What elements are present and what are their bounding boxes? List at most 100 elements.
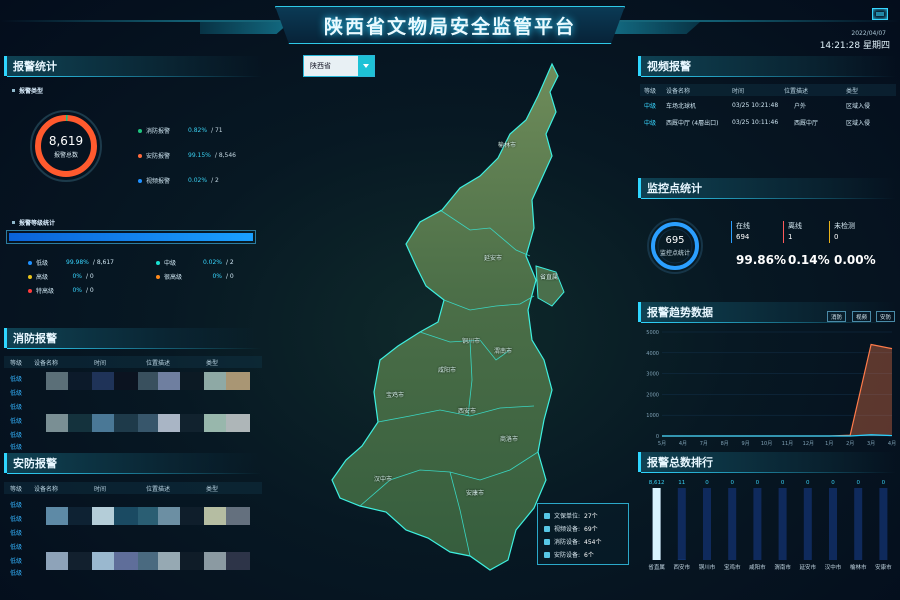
security-dot-icon (138, 153, 142, 158)
fire-row-level[interactable]: 低级 (10, 440, 22, 452)
city-label: 渭南市 (494, 348, 513, 355)
monitor-total-ring: 695 监控点统计 (645, 216, 705, 276)
header-decoration-right (610, 22, 700, 34)
summary-row: 视频设备: 69个 (544, 522, 622, 535)
title-banner: 陕西省文物局安全监管平台 (275, 6, 625, 44)
stat-unchecked: 未检测 0 0.00% (829, 221, 876, 267)
bar-track (854, 488, 863, 560)
low-dot-icon (28, 260, 32, 265)
bar-data-label: 0 (831, 480, 835, 486)
city-label: 宝鸡市 (386, 392, 405, 399)
bar-data-label: 0 (705, 480, 709, 486)
city-label: 榆林市 (498, 142, 517, 149)
fire-table-header: 等级 设备名称 时间 位置描述 类型 (4, 356, 262, 368)
monitor-total-value: 695 (665, 235, 685, 246)
summary-box: 文保单位: 27个 视频设备: 69个 消防设备: 454个 安防设备: 6个 (537, 503, 629, 565)
lock-icon (544, 551, 550, 558)
security-row-redacted (46, 552, 250, 570)
square-icon (12, 221, 15, 224)
video-alarm-title: 视频报警 (638, 56, 896, 77)
trend-filter-security-button[interactable]: 安防 (876, 311, 896, 322)
fullscreen-icon[interactable] (872, 8, 888, 20)
header-date: 2022/04/07 (851, 30, 886, 37)
security-table-header: 等级 设备名称 时间 位置描述 类型 (4, 482, 262, 494)
security-row-level[interactable]: 低级 (10, 512, 22, 524)
video-alarm-row[interactable]: 中级 车场北球机 03/25 10:21:48 户外 区域入侵 (640, 98, 896, 112)
legend-fire: 消防报警 0.82% / 71 (138, 126, 223, 135)
alarm-level-bar (6, 230, 256, 244)
alarm-type-subtitle: 报警类型 (12, 86, 43, 95)
bar-track (803, 488, 812, 560)
city-label: 汉中市 (374, 476, 393, 483)
bar-track (829, 488, 837, 560)
alarm-stats-title: 报警统计 (4, 56, 262, 77)
medium-dot-icon (156, 260, 160, 265)
page-title: 陕西省文物局安全监管平台 (323, 15, 576, 38)
level-low: 低级 99.98% / 8,617 (28, 258, 114, 267)
video-alarm-row[interactable]: 中级 西厩中厅 (4層出口) 03/25 10:11:46 西厩中厅 区域入侵 (640, 115, 896, 129)
alarm-total-value: 8,619 (48, 133, 84, 148)
level-special: 特高级 0% / 0 (28, 286, 94, 295)
summary-row: 安防设备: 6个 (544, 548, 622, 561)
shaanxi-map[interactable]: 榆林市 延安市 铜川市 渭南市 咸阳市 宝鸡市 西安市 商洛市 汉中市 安康市 … (320, 60, 570, 580)
security-row-level[interactable]: 低级 (10, 540, 22, 552)
bar-track (778, 488, 787, 560)
security-alarm-title: 安防报警 (4, 453, 262, 474)
bar-data-label: 0 (730, 480, 734, 486)
camera-icon (544, 525, 550, 532)
y-tick-label: 5000 (646, 330, 659, 336)
y-tick-label: 1000 (646, 413, 659, 419)
bar-data-label: 0 (856, 480, 860, 486)
city-label: 西安市 (458, 408, 477, 415)
bar-data-label: 0 (781, 480, 785, 486)
stat-offline: 离线 1 0.14% (783, 221, 830, 267)
x-tick-label: 8月 (721, 441, 729, 447)
video-table-header: 等级 设备名称 时间 位置描述 类型 (640, 84, 896, 96)
x-tick-label: 4月 (888, 441, 896, 447)
legend-security: 安防报警 99.15% / 8,546 (138, 151, 236, 160)
ranking-title: 报警总数排行 (638, 452, 896, 473)
bar-category-label: 铜川市 (699, 563, 716, 571)
security-row-level[interactable]: 低级 (10, 526, 22, 538)
fire-row-level[interactable]: 低级 (10, 414, 22, 426)
y-tick-label: 2000 (646, 392, 659, 398)
x-tick-label: 12月 (803, 441, 814, 447)
y-tick-label: 4000 (646, 351, 659, 357)
bar-data-label: 8,612 (649, 480, 665, 486)
security-row-level[interactable]: 低级 (10, 566, 22, 578)
fire-row-level[interactable]: 低级 (10, 372, 22, 384)
trend-filter-video-button[interactable]: 视频 (852, 311, 872, 322)
alarm-total-label: 报警总数 (53, 151, 78, 159)
fire-row-redacted (46, 414, 250, 432)
video-dot-icon (138, 178, 142, 183)
bar-track (753, 488, 762, 560)
security-row-level[interactable]: 低级 (10, 498, 22, 510)
bar-category-label: 延安市 (800, 563, 817, 571)
x-tick-label: 10月 (761, 441, 772, 447)
x-tick-label: 1月 (825, 441, 833, 447)
bar-value (652, 488, 661, 560)
bar-track (728, 488, 737, 560)
very-high-dot-icon (156, 274, 160, 279)
fire-row-level[interactable]: 低级 (10, 400, 22, 412)
alarm-level-label: 报警等级统计 (19, 220, 56, 227)
city-label: 咸阳市 (438, 367, 457, 374)
fire-row-level[interactable]: 低级 (10, 386, 22, 398)
fire-alarm-title: 消防报警 (4, 328, 262, 349)
city-label: 延安市 (484, 255, 503, 262)
bar-data-label: 0 (806, 480, 810, 486)
bar-track (677, 488, 686, 560)
bar-category-label: 安康市 (875, 563, 892, 571)
city-label: 省直属 (540, 274, 559, 281)
high-dot-icon (28, 274, 32, 279)
x-tick-label: 2月 (846, 441, 854, 447)
trend-line-chart: 5000 4000 3000 2000 1000 05月 4月 7月 8月 9月 10月 11月 12月… (646, 330, 896, 447)
monitor-total-label: 监控点统计 (659, 250, 690, 257)
summary-row: 文保单位: 27个 (544, 509, 622, 522)
fire-row-redacted (46, 372, 250, 390)
security-row-level[interactable]: 低级 (10, 554, 22, 566)
fire-row-level[interactable]: 低级 (10, 428, 22, 440)
level-high: 高级 0% / 0 (28, 272, 94, 281)
bar-category-label: 咸阳市 (749, 563, 766, 571)
trend-filter-fire-button[interactable]: 消防 (827, 311, 847, 322)
